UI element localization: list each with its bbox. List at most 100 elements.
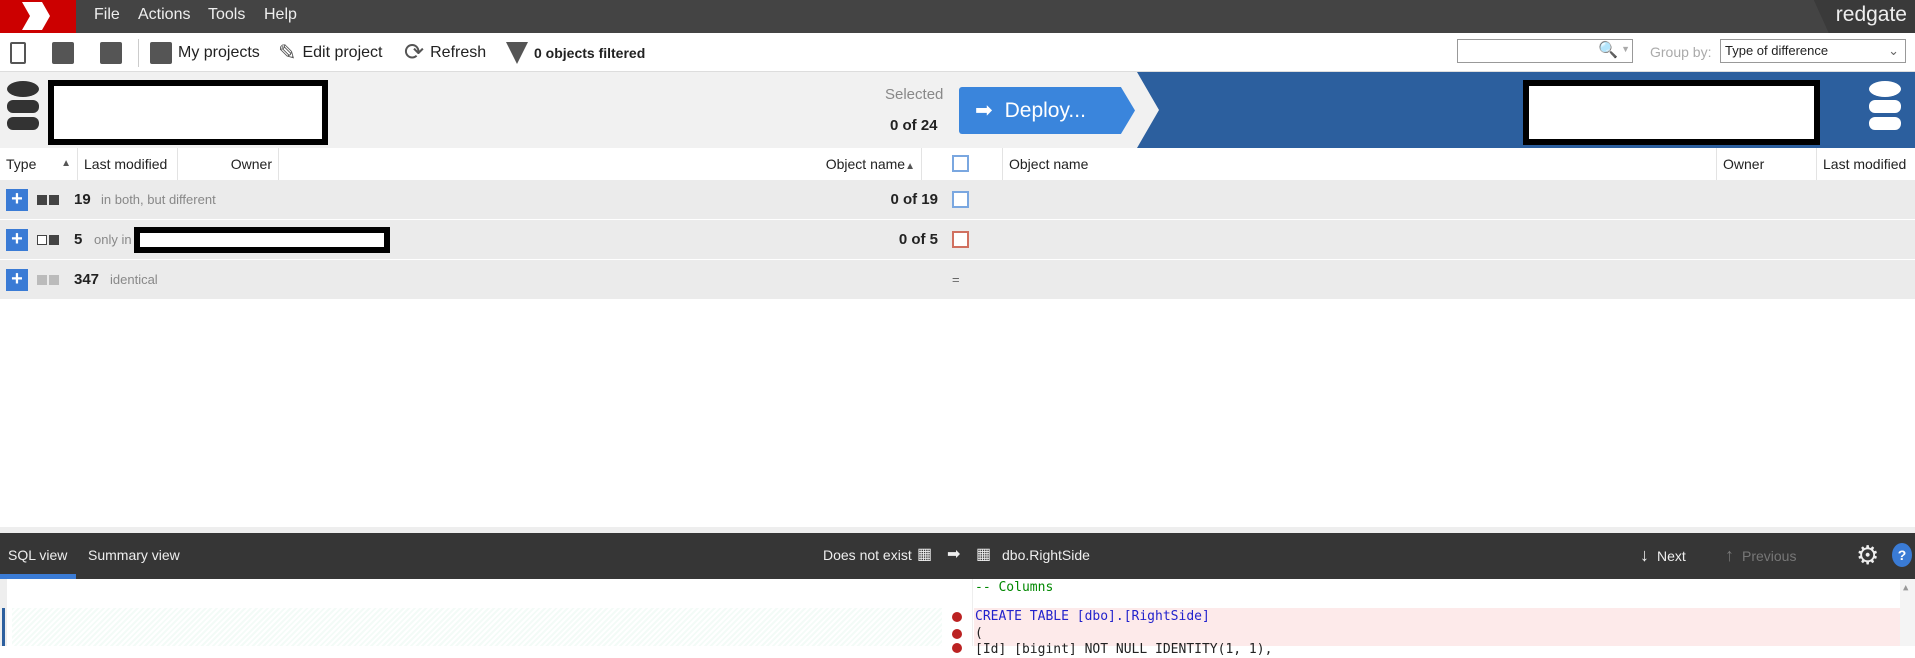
gear-icon[interactable]: ⚙ (1856, 533, 1879, 577)
refresh-label: Refresh (430, 43, 487, 61)
selected-label: Selected (885, 86, 944, 103)
menu-file[interactable]: File (94, 0, 120, 33)
sql-view-bar: SQL view Summary view Does not exist ▦ ➡… (0, 530, 1915, 579)
code-line: ( (975, 626, 983, 641)
column-label: Type (6, 156, 37, 172)
group-checkbox[interactable] (952, 231, 969, 248)
group-count: 347 (74, 271, 100, 288)
redacted-database-name (134, 227, 390, 253)
filter-icon (506, 41, 528, 64)
next-label: Next (1657, 548, 1686, 564)
toolbar-divider (138, 39, 139, 67)
diff-indicator-icon (49, 235, 59, 245)
table-icon: ▦ (917, 546, 933, 563)
column-object-name-right[interactable]: Object name (1003, 148, 1717, 180)
arrow-up-icon: ↑ (1725, 545, 1734, 565)
group-row-different[interactable]: + 19 in both, but different 0 of 19 (0, 180, 1915, 220)
expand-icon[interactable]: + (6, 269, 28, 291)
arrow-right-icon: ➡ (947, 546, 961, 563)
sql-diff-view: -- Columns CREATE TABLE [dbo].[RightSide… (0, 579, 1915, 657)
app-logo (0, 0, 76, 33)
error-icon (952, 612, 962, 622)
open-project-button[interactable] (52, 33, 74, 72)
previous-button[interactable]: ↑ Previous (1725, 533, 1796, 578)
code-line: CREATE TABLE [dbo].[RightSide] (975, 609, 1210, 624)
column-type[interactable]: Type ▲ (0, 148, 78, 180)
expand-icon[interactable]: + (6, 229, 28, 251)
expand-icon[interactable]: + (6, 189, 28, 211)
left-object-label: Does not exist (823, 547, 912, 563)
menu-tools[interactable]: Tools (208, 0, 245, 33)
scrollbar[interactable]: ▲ (1900, 579, 1915, 646)
group-row-identical[interactable]: + 347 identical = (0, 260, 1915, 300)
target-database-name[interactable] (1523, 80, 1820, 145)
group-checkbox[interactable] (952, 191, 969, 208)
scroll-up-icon[interactable]: ▲ (1900, 583, 1908, 593)
selected-count: 0 of 24 (890, 117, 938, 134)
error-icon (952, 643, 962, 653)
chevron-down-icon: ⌄ (1888, 43, 1899, 58)
column-select-all (922, 148, 1003, 180)
refresh-button[interactable]: ⟳ Refresh (404, 33, 486, 72)
my-projects-button[interactable]: My projects (150, 33, 260, 72)
diff-indicator-icon (49, 195, 59, 205)
group-selected: 0 of 5 (898, 231, 938, 248)
column-owner-right[interactable]: Owner (1717, 148, 1817, 180)
group-count: 5 (74, 231, 83, 248)
group-description: identical (110, 272, 158, 287)
group-selected: 0 of 19 (890, 191, 938, 208)
arrow-right-icon: ➡ (975, 99, 993, 122)
edit-project-label: Edit project (302, 43, 383, 61)
refresh-icon: ⟳ (404, 39, 425, 66)
table-icon: ▦ (976, 546, 992, 563)
folder-icon (52, 41, 74, 64)
help-icon[interactable]: ? (1892, 543, 1912, 567)
identical-mark: = (952, 272, 960, 287)
column-label: Object name (825, 156, 906, 172)
filter-button[interactable]: 0 objects filtered (506, 33, 645, 72)
save-project-button[interactable] (100, 33, 122, 72)
group-description: only in (94, 232, 132, 247)
select-all-checkbox[interactable] (952, 155, 969, 172)
group-count: 19 (74, 191, 91, 208)
edit-project-button[interactable]: ✎ Edit project (278, 33, 382, 72)
left-empty-hatch (12, 608, 942, 646)
projects-icon (150, 41, 172, 64)
column-last-modified-right[interactable]: Last modified (1817, 148, 1915, 180)
search-input[interactable]: 🔍 ▼ (1457, 39, 1633, 63)
group-description: in both, but different (101, 192, 216, 207)
menu-actions[interactable]: Actions (138, 0, 190, 33)
deploy-button[interactable]: ➡ Deploy... (959, 87, 1135, 134)
column-object-name-left[interactable]: Object name▲ (279, 148, 922, 180)
toolbar: My projects ✎ Edit project ⟳ Refresh 0 obj… (0, 33, 1915, 72)
group-by-select[interactable]: Type of difference ⌄ (1720, 39, 1906, 63)
next-button[interactable]: ↓ Next (1640, 533, 1686, 578)
target-database-icon (1869, 81, 1901, 130)
menu-help[interactable]: Help (264, 0, 297, 33)
deploy-label: Deploy... (1004, 99, 1086, 122)
search-dropdown-icon[interactable]: ▼ (1621, 44, 1630, 54)
code-line: [Id] [bigint] NOT NULL IDENTITY(1, 1), (975, 642, 1273, 657)
my-projects-label: My projects (178, 43, 260, 61)
group-by-value: Type of difference (1725, 43, 1829, 58)
column-last-modified[interactable]: Last modified (78, 148, 178, 180)
search-icon: 🔍 (1598, 42, 1618, 59)
tab-sql-view[interactable]: SQL view (8, 533, 67, 577)
new-project-button[interactable] (10, 33, 26, 72)
arrow-down-icon: ↓ (1640, 545, 1649, 565)
diff-indicator-icon (37, 195, 47, 205)
group-row-only-in[interactable]: + 5 only in 0 of 5 (0, 220, 1915, 260)
new-file-icon (10, 41, 26, 64)
source-database-name[interactable] (48, 80, 328, 145)
previous-label: Previous (1742, 548, 1797, 564)
identical-indicator-icon (49, 275, 59, 285)
pencil-icon: ✎ (278, 39, 297, 65)
save-icon (100, 41, 122, 64)
code-line: -- Columns (975, 580, 1054, 595)
diff-indicator-icon (37, 235, 47, 245)
tab-summary-view[interactable]: Summary view (88, 533, 180, 577)
column-owner[interactable]: Owner (178, 148, 279, 180)
filter-label: 0 objects filtered (534, 44, 646, 61)
source-database-icon (7, 81, 39, 130)
sort-up-icon: ▲ (61, 158, 71, 169)
